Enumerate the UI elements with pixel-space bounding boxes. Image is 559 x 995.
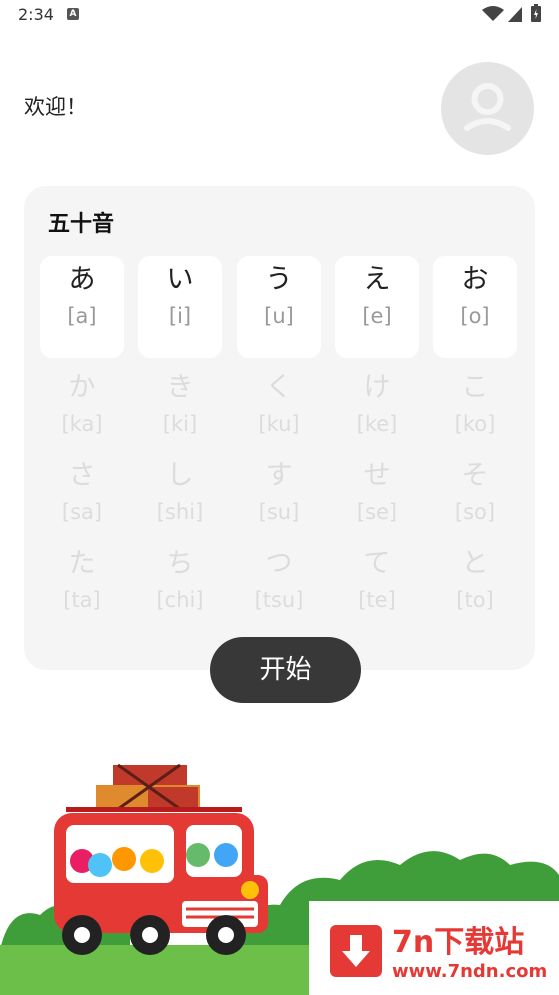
kana-char: し	[166, 460, 194, 491]
romaji-text: [u]	[264, 304, 294, 328]
kana-char: す	[265, 460, 293, 491]
kana-char: か	[68, 372, 96, 403]
romaji-text: [so]	[454, 500, 496, 524]
start-button[interactable]: 开始	[210, 637, 361, 703]
romaji-text: [ka]	[61, 412, 103, 436]
romaji-text: [tsu]	[254, 588, 304, 612]
kana-char: き	[166, 372, 194, 403]
kana-cell[interactable]: け [ke]	[335, 364, 419, 466]
kana-char: え	[363, 264, 391, 295]
romaji-text: [sa]	[61, 500, 103, 524]
kana-char: く	[265, 372, 293, 403]
romaji-text: [ki]	[162, 412, 198, 436]
kana-cell[interactable]: て [te]	[335, 540, 419, 642]
romaji-text: [ta]	[63, 588, 101, 612]
kana-char: そ	[461, 460, 489, 491]
kana-cell[interactable]: と [to]	[433, 540, 517, 642]
romaji-text: [te]	[358, 588, 396, 612]
avatar-button[interactable]	[441, 62, 534, 155]
welcome-text: 欢迎！	[24, 95, 87, 119]
kana-char: さ	[68, 460, 96, 491]
kana-cell[interactable]: さ [sa]	[40, 452, 124, 554]
romaji-text: [ko]	[454, 412, 496, 436]
romaji-text: [se]	[356, 500, 398, 524]
kana-cell[interactable]: し [shi]	[138, 452, 222, 554]
roof-rack	[66, 807, 242, 812]
romaji-text: [i]	[168, 304, 192, 328]
kana-cell[interactable]: あ [a]	[40, 256, 124, 358]
wifi-icon	[482, 6, 504, 21]
headlight	[241, 881, 259, 899]
kana-cell[interactable]: く [ku]	[237, 364, 321, 466]
romaji-text: [ku]	[258, 412, 300, 436]
kana-char: け	[363, 372, 391, 403]
romaji-text: [e]	[362, 304, 392, 328]
kana-cell[interactable]: お [o]	[433, 256, 517, 358]
kana-char: て	[363, 548, 391, 579]
download-icon	[330, 925, 382, 977]
gojuon-card: 五十音 あ [a] い [i] う [u] え [e] お [o] か [ka] き [ki] く [ku] け…	[24, 186, 535, 670]
watermark-title: 7n下载站	[392, 925, 525, 960]
kana-cell[interactable]: つ [tsu]	[237, 540, 321, 642]
kana-char: つ	[265, 548, 293, 579]
kana-char: あ	[68, 264, 96, 295]
card-title: 五十音	[48, 212, 115, 237]
romaji-text: [chi]	[156, 588, 204, 612]
status-time: 2:34	[18, 5, 54, 24]
kana-char: お	[461, 264, 489, 295]
kana-cell[interactable]: き [ki]	[138, 364, 222, 466]
romaji-text: [o]	[460, 304, 490, 328]
app-screen: 2:34 A 欢迎！ 五十音 あ [a] い [i] う [u] え [e] お [o] か [ka]…	[0, 0, 559, 995]
romaji-text: [to]	[456, 588, 494, 612]
kana-cell[interactable]: せ [se]	[335, 452, 419, 554]
kana-char: せ	[363, 460, 391, 491]
kana-char: と	[461, 548, 489, 579]
watermark-url: www.7ndn.com	[392, 961, 548, 982]
kana-cell[interactable]: そ [so]	[433, 452, 517, 554]
kana-cell[interactable]: か [ka]	[40, 364, 124, 466]
watermark: 7n下载站 www.7ndn.com	[309, 901, 559, 995]
kana-cell[interactable]: す [su]	[237, 452, 321, 554]
romaji-text: [su]	[258, 500, 300, 524]
user-icon	[464, 83, 511, 131]
kana-cell[interactable]: ち [chi]	[138, 540, 222, 642]
kana-char: ち	[166, 548, 194, 579]
status-bar: 2:34 A	[0, 0, 559, 30]
romaji-text: [ke]	[356, 412, 398, 436]
kana-char: い	[166, 264, 194, 295]
kana-char: う	[265, 264, 293, 295]
kana-char: た	[68, 548, 96, 579]
romaji-text: [shi]	[156, 500, 204, 524]
kana-cell[interactable]: い [i]	[138, 256, 222, 358]
battery-icon	[531, 4, 541, 22]
kana-cell[interactable]: こ [ko]	[433, 364, 517, 466]
signal-icon	[508, 7, 522, 22]
romaji-text: [a]	[67, 304, 97, 328]
kana-cell[interactable]: う [u]	[237, 256, 321, 358]
kana-cell[interactable]: た [ta]	[40, 540, 124, 642]
kana-cell[interactable]: え [e]	[335, 256, 419, 358]
kana-char: こ	[461, 372, 489, 403]
a-notification-icon: A	[67, 8, 79, 20]
